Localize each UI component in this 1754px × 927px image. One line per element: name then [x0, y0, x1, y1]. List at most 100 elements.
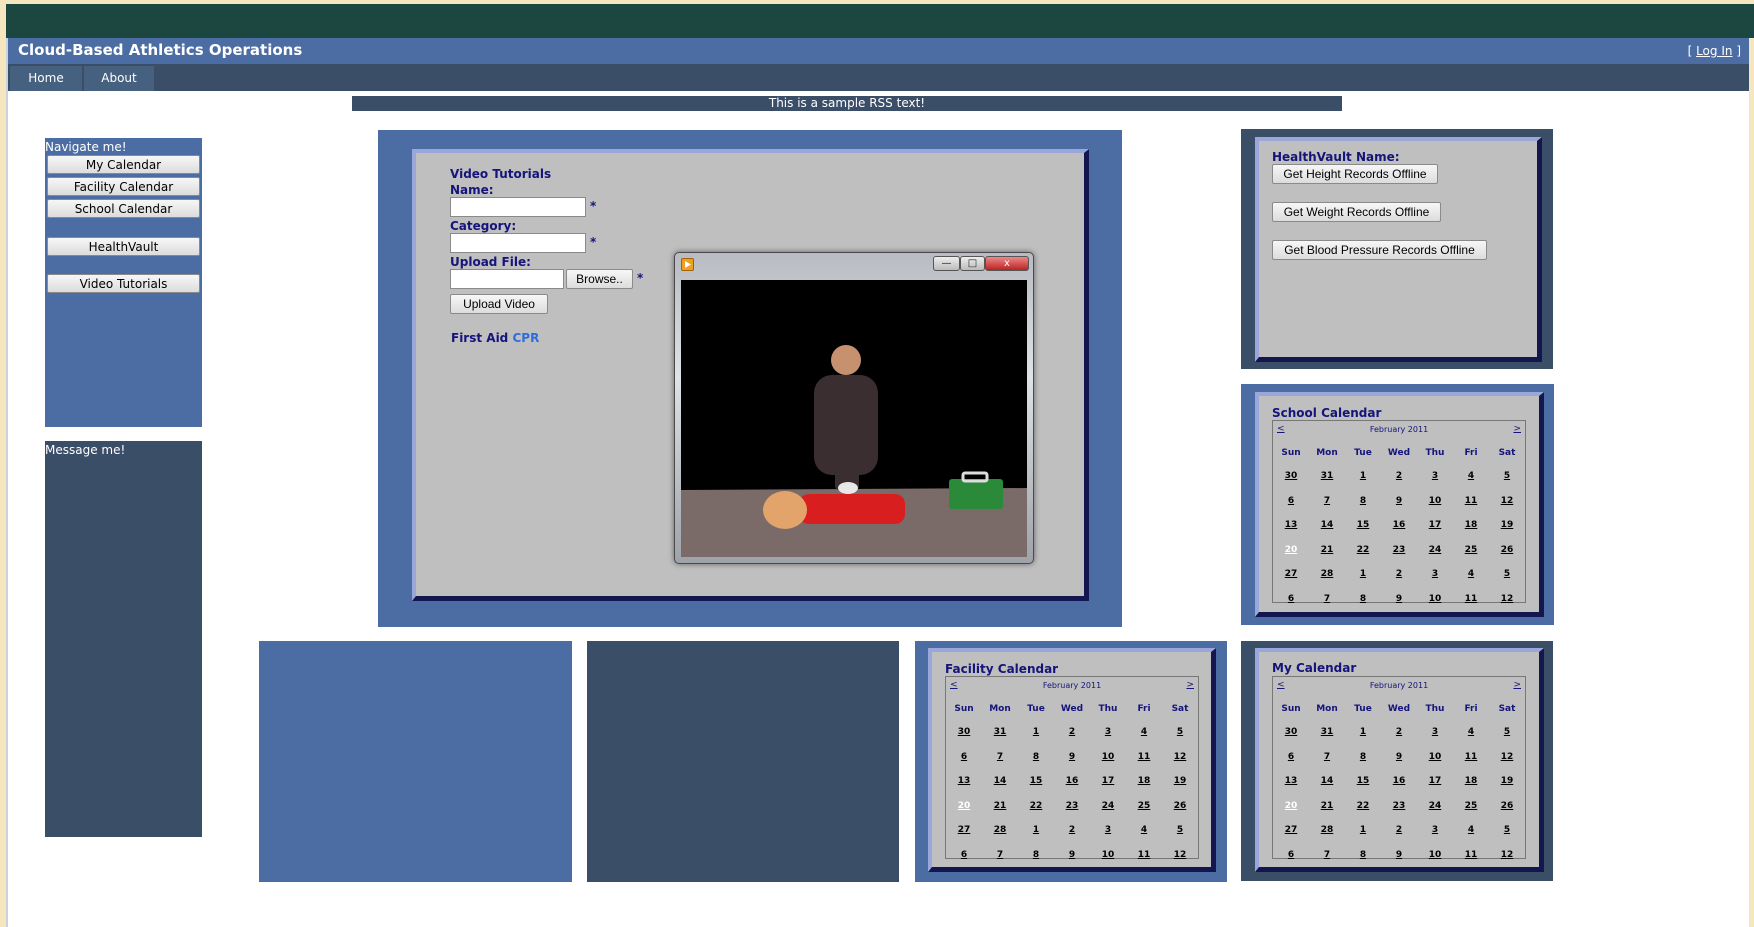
calendar-day-link[interactable]: 9: [1381, 745, 1417, 770]
calendar-day-link[interactable]: 4: [1453, 818, 1489, 843]
calendar-day-link[interactable]: 15: [1345, 513, 1381, 538]
nav-facility-calendar-button[interactable]: Facility Calendar: [47, 177, 200, 196]
weight-records-button[interactable]: Get Weight Records Offline: [1272, 202, 1441, 222]
calendar-day-link[interactable]: 15: [1018, 769, 1054, 794]
calendar-day-link[interactable]: 16: [1381, 513, 1417, 538]
calendar-day-link[interactable]: 8: [1345, 843, 1381, 868]
calendar-day-link[interactable]: 6: [1273, 489, 1309, 514]
player-maximize-button[interactable]: □: [960, 256, 985, 271]
calendar-day-link[interactable]: 3: [1417, 818, 1453, 843]
calendar-day-link[interactable]: 28: [1309, 562, 1345, 587]
calendar-day-link[interactable]: 31: [982, 720, 1018, 745]
calendar-day-link[interactable]: 3: [1090, 818, 1126, 843]
calendar-day-link[interactable]: 22: [1018, 794, 1054, 819]
calendar-day-link[interactable]: 1: [1345, 464, 1381, 489]
calendar-day-link[interactable]: 17: [1090, 769, 1126, 794]
calendar-day-link[interactable]: 10: [1417, 843, 1453, 868]
calendar-day-link[interactable]: 5: [1162, 720, 1198, 745]
calendar-day-link[interactable]: 11: [1126, 745, 1162, 770]
calendar-day-link[interactable]: 18: [1126, 769, 1162, 794]
player-minimize-button[interactable]: —: [933, 256, 960, 271]
height-records-button[interactable]: Get Height Records Offline: [1272, 164, 1438, 184]
calendar-day-link[interactable]: 21: [982, 794, 1018, 819]
calendar-day-link[interactable]: 8: [1018, 843, 1054, 868]
calendar-day-link[interactable]: 15: [1345, 769, 1381, 794]
calendar-day-link[interactable]: 2: [1054, 720, 1090, 745]
calendar-day-link[interactable]: 6: [946, 843, 982, 868]
calendar-day-link[interactable]: 9: [1054, 843, 1090, 868]
calendar-day-link[interactable]: 9: [1381, 843, 1417, 868]
calendar-day-link[interactable]: 6: [946, 745, 982, 770]
calendar-day-link[interactable]: 30: [1273, 464, 1309, 489]
calendar-day-link[interactable]: 23: [1054, 794, 1090, 819]
calendar-day-link[interactable]: 11: [1453, 587, 1489, 612]
calendar-day-link[interactable]: 8: [1345, 587, 1381, 612]
calendar-day-link[interactable]: 24: [1417, 538, 1453, 563]
nav-video-tutorials-button[interactable]: Video Tutorials: [47, 274, 200, 293]
calendar-day-link[interactable]: 28: [1309, 818, 1345, 843]
calendar-day-link[interactable]: 2: [1381, 818, 1417, 843]
calendar-day-link[interactable]: 16: [1054, 769, 1090, 794]
calendar-next-month-link[interactable]: >: [1186, 680, 1194, 690]
player-close-button[interactable]: x: [985, 256, 1029, 271]
calendar-day-link[interactable]: 5: [1489, 720, 1525, 745]
calendar-day-link[interactable]: 12: [1489, 843, 1525, 868]
browse-button[interactable]: Browse..: [566, 269, 633, 289]
calendar-day-link[interactable]: 30: [946, 720, 982, 745]
calendar-day-link[interactable]: 31: [1309, 464, 1345, 489]
calendar-day-link[interactable]: 17: [1417, 513, 1453, 538]
name-input[interactable]: [450, 197, 586, 217]
calendar-next-month-link[interactable]: >: [1513, 680, 1521, 690]
calendar-day-link[interactable]: 18: [1453, 513, 1489, 538]
calendar-day-link[interactable]: 26: [1489, 538, 1525, 563]
calendar-day-link[interactable]: 10: [1090, 745, 1126, 770]
calendar-day-link[interactable]: 3: [1417, 720, 1453, 745]
calendar-day-link[interactable]: 25: [1453, 538, 1489, 563]
nav-school-calendar-button[interactable]: School Calendar: [47, 199, 200, 218]
calendar-day-link[interactable]: 4: [1453, 720, 1489, 745]
calendar-day-link[interactable]: 1: [1345, 720, 1381, 745]
calendar-prev-month-link[interactable]: <: [1277, 424, 1285, 434]
calendar-day-link[interactable]: 24: [1417, 794, 1453, 819]
calendar-day-link[interactable]: 14: [982, 769, 1018, 794]
calendar-day-link[interactable]: 5: [1489, 562, 1525, 587]
calendar-day-link[interactable]: 6: [1273, 843, 1309, 868]
calendar-day-link[interactable]: 2: [1381, 464, 1417, 489]
calendar-day-link[interactable]: 4: [1126, 720, 1162, 745]
calendar-day-link[interactable]: 11: [1453, 745, 1489, 770]
calendar-day-link[interactable]: 1: [1018, 818, 1054, 843]
calendar-day-link[interactable]: 19: [1489, 769, 1525, 794]
calendar-day-link[interactable]: 28: [982, 818, 1018, 843]
calendar-day-link[interactable]: 12: [1162, 843, 1198, 868]
blood-pressure-records-button[interactable]: Get Blood Pressure Records Offline: [1272, 240, 1487, 260]
calendar-day-link[interactable]: 22: [1345, 538, 1381, 563]
calendar-day-link[interactable]: 27: [1273, 562, 1309, 587]
calendar-day-link[interactable]: 3: [1417, 464, 1453, 489]
calendar-day-link[interactable]: 16: [1381, 769, 1417, 794]
calendar-day-link[interactable]: 11: [1453, 843, 1489, 868]
calendar-day-link[interactable]: 8: [1018, 745, 1054, 770]
calendar-day-link[interactable]: 19: [1162, 769, 1198, 794]
calendar-day-link[interactable]: 1: [1018, 720, 1054, 745]
calendar-day-link[interactable]: 25: [1126, 794, 1162, 819]
calendar-day-link[interactable]: 21: [1309, 794, 1345, 819]
calendar-day-link[interactable]: 2: [1054, 818, 1090, 843]
calendar-day-link[interactable]: 8: [1345, 489, 1381, 514]
calendar-day-link[interactable]: 22: [1345, 794, 1381, 819]
calendar-prev-month-link[interactable]: <: [1277, 680, 1285, 690]
calendar-day-link[interactable]: 3: [1417, 562, 1453, 587]
category-input[interactable]: [450, 233, 586, 253]
calendar-day-link[interactable]: 6: [1273, 587, 1309, 612]
calendar-day-link[interactable]: 25: [1453, 794, 1489, 819]
calendar-day-link[interactable]: 12: [1162, 745, 1198, 770]
calendar-day-link[interactable]: 20: [946, 794, 982, 819]
calendar-day-link[interactable]: 7: [1309, 587, 1345, 612]
calendar-day-link[interactable]: 10: [1417, 587, 1453, 612]
calendar-day-link[interactable]: 14: [1309, 513, 1345, 538]
calendar-day-link[interactable]: 1: [1345, 818, 1381, 843]
cpr-video-link[interactable]: CPR: [512, 331, 539, 345]
cpr-video-frame[interactable]: [681, 280, 1027, 557]
login-link[interactable]: Log In: [1696, 44, 1732, 58]
nav-healthvault-button[interactable]: HealthVault: [47, 237, 200, 256]
calendar-day-link[interactable]: 10: [1417, 745, 1453, 770]
